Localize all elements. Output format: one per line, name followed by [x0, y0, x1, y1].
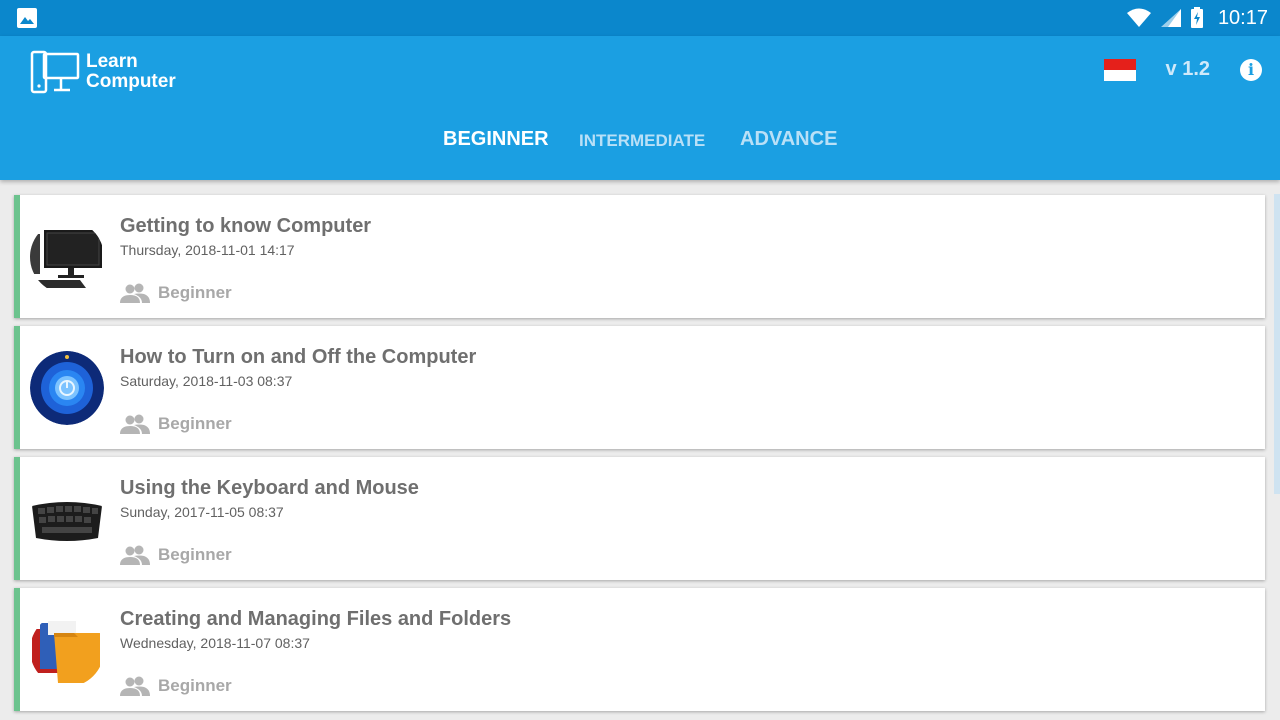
- info-icon[interactable]: i: [1240, 58, 1262, 81]
- language-flag-icon[interactable]: [1103, 58, 1136, 81]
- people-icon: [120, 283, 150, 303]
- people-icon: [120, 414, 150, 434]
- lesson-title: Using the Keyboard and Mouse: [120, 477, 419, 499]
- lesson-card[interactable]: How to Turn on and Off the Computer Satu…: [14, 326, 1265, 449]
- lesson-card[interactable]: Creating and Managing Files and Folders …: [14, 588, 1265, 711]
- header-actions: v 1.2 i: [1103, 58, 1262, 81]
- app-title-line2: Computer: [86, 71, 176, 92]
- app-title-line1: Learn: [86, 51, 138, 72]
- tab-intermediate[interactable]: INTERMEDIATE: [579, 131, 705, 151]
- level-label: Beginner: [158, 676, 232, 695]
- lesson-level: Beginner: [120, 676, 232, 696]
- power-button-thumbnail: [30, 351, 104, 425]
- lesson-title: How to Turn on and Off the Computer: [120, 346, 477, 368]
- lesson-title: Creating and Managing Files and Folders: [120, 608, 512, 630]
- people-icon: [120, 676, 150, 696]
- signal-icon: [1160, 9, 1181, 27]
- lesson-card[interactable]: Getting to know Computer Thursday, 2018-…: [14, 195, 1265, 318]
- lesson-date: Wednesday, 2018-11-07 08:37: [120, 635, 310, 651]
- status-icons: 10:17: [1126, 0, 1268, 36]
- lesson-level: Beginner: [120, 414, 232, 434]
- tab-advance[interactable]: ADVANCE: [740, 128, 837, 151]
- gallery-notification-icon: [17, 8, 37, 28]
- lesson-card[interactable]: Using the Keyboard and Mouse Sunday, 201…: [14, 457, 1265, 580]
- battery-charging-icon: [1190, 7, 1203, 28]
- lesson-level: Beginner: [120, 283, 232, 303]
- computer-logo-icon: [30, 50, 80, 94]
- lesson-level: Beginner: [120, 545, 232, 565]
- lesson-date: Sunday, 2017-11-05 08:37: [120, 504, 284, 520]
- keyboard-thumbnail: [30, 482, 104, 556]
- folders-thumbnail: [30, 613, 104, 687]
- level-label: Beginner: [158, 545, 232, 564]
- app-title: Learn Computer: [86, 52, 176, 92]
- lesson-date: Thursday, 2018-11-01 14:17: [120, 242, 295, 258]
- level-label: Beginner: [158, 283, 232, 302]
- status-bar: 10:17: [0, 0, 1280, 36]
- scrollbar[interactable]: [1274, 194, 1280, 494]
- computer-monitor-thumbnail: [30, 220, 104, 294]
- status-time: 10:17: [1217, 6, 1268, 29]
- lesson-date: Saturday, 2018-11-03 08:37: [120, 373, 293, 389]
- lesson-list[interactable]: Getting to know Computer Thursday, 2018-…: [0, 180, 1280, 720]
- version-label: v 1.2: [1165, 58, 1210, 80]
- tab-beginner[interactable]: BEGINNER: [443, 128, 549, 151]
- level-label: Beginner: [158, 414, 232, 433]
- lesson-title: Getting to know Computer: [120, 215, 372, 237]
- level-tabs: BEGINNER INTERMEDIATE ADVANCE: [0, 128, 1280, 162]
- app-header: Learn Computer v 1.2 i BEGINNER INTERMED…: [0, 36, 1280, 180]
- people-icon: [120, 545, 150, 565]
- app-logo: Learn Computer: [30, 50, 176, 94]
- wifi-icon: [1126, 8, 1151, 27]
